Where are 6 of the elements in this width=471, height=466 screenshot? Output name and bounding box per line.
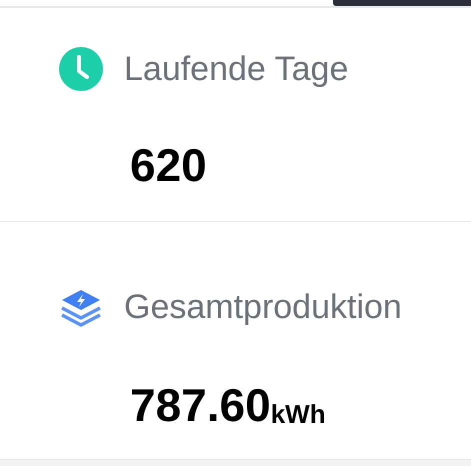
unit-label: kWh (270, 398, 326, 431)
stat-label: Gesamtproduktion (124, 290, 402, 324)
stat-value: 787.60 (130, 382, 271, 428)
stat-label: Laufende Tage (124, 52, 348, 86)
stat-value: 620 (130, 142, 207, 188)
clock-icon (58, 46, 104, 92)
